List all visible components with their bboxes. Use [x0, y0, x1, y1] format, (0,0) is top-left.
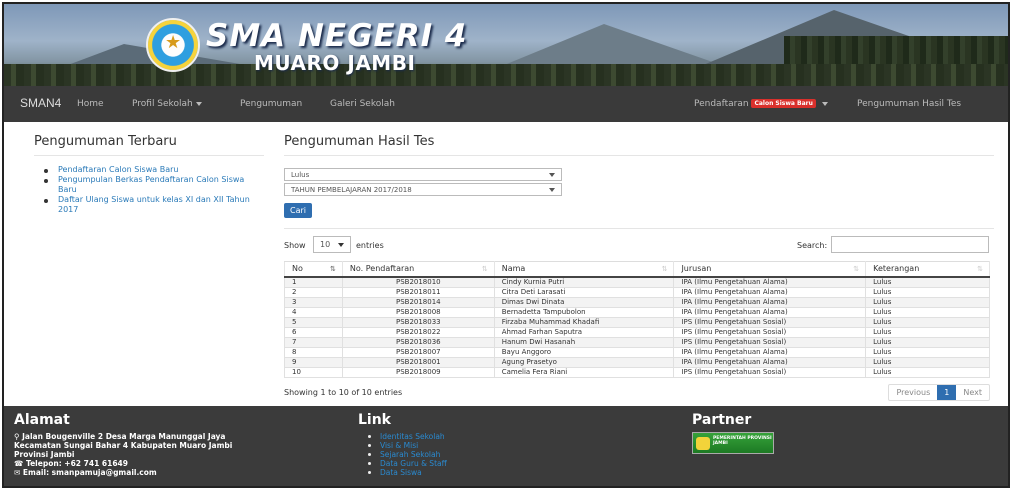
chevron-down-icon [821, 101, 828, 106]
announcement-list: Pendaftaran Calon Siswa Baru Pengumpulan… [34, 165, 264, 215]
sort-icon: ⇅ [853, 265, 860, 273]
school-name: SMA NEGERI 4 [206, 18, 468, 54]
results-table: No ⇅ No. Pendaftaran ⇅ Nama ⇅ Jurusan ⇅ Kete… [284, 261, 990, 378]
provinsi-jambi-emblem-icon [696, 437, 710, 450]
table-row: 9 PSB2018001 Agung Prasetyo IPA (Ilmu Penge… [284, 356, 990, 368]
sort-icon: ⇅ [481, 265, 488, 273]
footer-partner: Partner PEMERINTAH PROVINSI JAMBI [692, 412, 892, 454]
table-row: 7 PSB2018036 Hanum Dwi Hasanah IPS (Ilmu Pe… [284, 336, 990, 348]
table-row: 10 PSB2018009 Camelia Fera Riani IPS (Ilmu … [284, 366, 990, 378]
calon-siswa-baru-badge: Calon Siswa Baru [751, 99, 816, 108]
table-row: 4 PSB2018008 Bernadetta Tampubolon IPA (Ilm… [284, 306, 990, 318]
status-select[interactable]: Lulus [284, 168, 562, 181]
nav-pengumuman[interactable]: Pengumuman [240, 99, 302, 109]
nav-pengumuman-hasil-tes[interactable]: Pengumuman Hasil Tes [857, 99, 961, 109]
address-heading: Alamat [14, 412, 70, 428]
phone-icon: ☎ [14, 459, 24, 468]
entries-label: entries [356, 241, 384, 250]
next-page-button[interactable]: Next [956, 385, 989, 400]
column-header-no-pendaftaran[interactable]: No. Pendaftaran ⇅ [341, 261, 495, 278]
pagination: Previous 1 Next [888, 383, 990, 401]
site-banner: ★ SMA NEGERI 4 MUARO JAMBI [4, 4, 1008, 86]
sort-icon: ⇅ [661, 265, 668, 273]
column-header-jurusan[interactable]: Jurusan ⇅ [673, 261, 867, 278]
entries-per-page-select[interactable]: 10 [313, 236, 351, 253]
table-info: Showing 1 to 10 of 10 entries [284, 387, 403, 397]
chevron-down-icon [549, 173, 555, 177]
nav-pendaftaran[interactable]: Pendaftaran Calon Siswa Baru [694, 99, 828, 109]
table-row: 1 PSB2018010 Cindy Kurnia Putri IPA (Ilmu P… [284, 276, 990, 288]
search-label: Search: [797, 241, 828, 250]
previous-page-button[interactable]: Previous [889, 385, 937, 400]
chevron-down-icon [549, 188, 555, 192]
tut-wuri-handayani-logo-icon: ★ [146, 18, 200, 72]
school-city: MUARO JAMBI [254, 51, 416, 75]
table-row: 2 PSB2018011 Citra Deti Larasati IPA (Ilmu … [284, 286, 990, 298]
link-heading: Link [358, 412, 391, 428]
announcement-link[interactable]: Pengumpulan Berkas Pendaftaran Calon Sis… [44, 175, 264, 195]
table-row: 3 PSB2018014 Dimas Dwi Dinata IPA (Ilmu Pen… [284, 296, 990, 308]
table-footer: Showing 1 to 10 of 10 entries Previous 1… [284, 383, 994, 402]
column-header-nama[interactable]: Nama ⇅ [493, 261, 675, 278]
chevron-down-icon [338, 243, 344, 247]
navbar-brand[interactable]: SMAN4 [20, 96, 61, 110]
sort-asc-icon: ⇅ [330, 265, 336, 273]
cari-button[interactable]: Cari [284, 203, 312, 218]
footer-link[interactable]: Data Guru & Staff [368, 459, 558, 468]
table-controls: Show 10 entries Search: [284, 235, 994, 257]
announcement-link[interactable]: Daftar Ulang Siswa untuk kelas XI dan XI… [44, 195, 264, 215]
page-1-button[interactable]: 1 [937, 384, 957, 400]
column-header-keterangan[interactable]: Keterangan ⇅ [865, 261, 990, 278]
nav-galeri-sekolah[interactable]: Galeri Sekolah [330, 99, 395, 109]
page-title: Pengumuman Hasil Tes [284, 134, 994, 156]
footer-link[interactable]: Sejarah Sekolah [368, 450, 558, 459]
site-footer: Alamat ⚲ Jalan Bougenville 2 Desa Marga … [4, 406, 1008, 486]
browser-page: ★ SMA NEGERI 4 MUARO JAMBI SMAN4 Home Pr… [2, 2, 1010, 488]
nav-profil-sekolah[interactable]: Profil Sekolah [132, 99, 202, 109]
footer-link[interactable]: Identitas Sekolah [368, 432, 558, 441]
table-row: 8 PSB2018007 Bayu Anggoro IPA (Ilmu Pengeta… [284, 346, 990, 358]
column-header-no[interactable]: No ⇅ [284, 261, 343, 278]
table-row: 5 PSB2018033 Firzaba Muhammad Khadafi IPS (… [284, 316, 990, 328]
sidebar: Pengumuman Terbaru Pendaftaran Calon Sis… [34, 134, 264, 215]
main-navbar: SMAN4 Home Profil Sekolah Pengumuman Gal… [4, 86, 1008, 122]
nav-home[interactable]: Home [77, 99, 104, 109]
footer-links: Link Identitas Sekolah Visi & Misi Sejar… [358, 412, 558, 477]
search-input[interactable] [831, 236, 989, 253]
sort-icon: ⇅ [977, 265, 983, 273]
sidebar-title: Pengumuman Terbaru [34, 134, 264, 156]
footer-link[interactable]: Visi & Misi [368, 441, 558, 450]
footer-link[interactable]: Data Siswa [368, 468, 558, 477]
partner-heading: Partner [692, 412, 752, 428]
year-select[interactable]: TAHUN PEMBELAJARAN 2017/2018 [284, 183, 562, 196]
footer-address: Alamat ⚲ Jalan Bougenville 2 Desa Marga … [14, 412, 334, 477]
main-content: Pengumuman Hasil Tes Lulus TAHUN PEMBELA… [284, 134, 994, 402]
announcement-link[interactable]: Pendaftaran Calon Siswa Baru [44, 165, 264, 175]
map-marker-icon: ⚲ [14, 432, 20, 441]
envelope-icon: ✉ [14, 468, 21, 477]
chevron-down-icon [195, 101, 202, 106]
table-row: 6 PSB2018022 Ahmad Farhan Saputra IPS (Ilmu… [284, 326, 990, 338]
show-label: Show [284, 241, 306, 250]
partner-logo[interactable]: PEMERINTAH PROVINSI JAMBI [692, 432, 774, 454]
